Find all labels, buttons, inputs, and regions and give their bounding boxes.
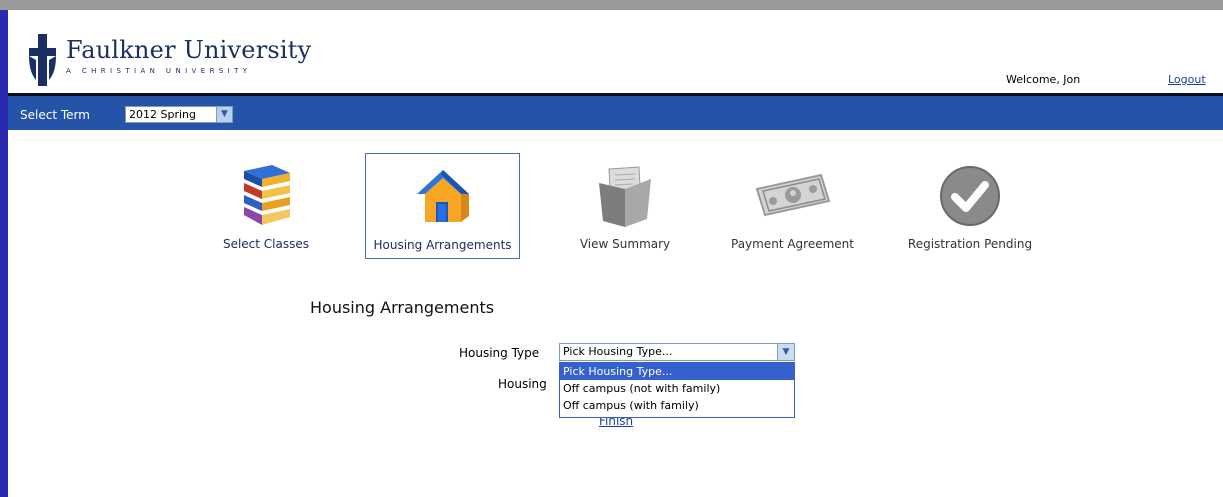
dropdown-option[interactable]: Off campus (with family)	[560, 397, 794, 414]
university-logo: Faulkner University A CHRISTIAN UNIVERSI…	[26, 34, 326, 86]
logout-link[interactable]: Logout	[1168, 73, 1206, 86]
chevron-down-icon[interactable]: ▼	[777, 344, 794, 360]
step-view-summary[interactable]: View Summary	[560, 153, 690, 259]
step-housing-arrangements[interactable]: Housing Arrangements	[365, 153, 520, 259]
welcome-text: Welcome, Jon	[1006, 73, 1081, 86]
chevron-down-icon[interactable]: ▼	[216, 107, 232, 122]
top-border	[0, 0, 1223, 10]
step-label: Registration Pending	[907, 237, 1033, 251]
select-term-label: Select Term	[20, 108, 90, 122]
faulkner-logo-icon	[29, 34, 56, 86]
housing-type-label: Housing Type	[459, 346, 540, 360]
housing-label: Housing	[498, 377, 547, 391]
page-title: Housing Arrangements	[310, 298, 495, 317]
term-navbar: Select Term 2012 Spring ▼	[8, 93, 1223, 130]
folder-document-icon	[599, 166, 651, 227]
dropdown-option[interactable]: Off campus (not with family)	[560, 380, 794, 397]
housing-type-dropdown: Pick Housing Type... Off campus (not wit…	[559, 362, 795, 418]
university-name: Faulkner University	[66, 36, 312, 64]
step-registration-pending[interactable]: Registration Pending	[895, 153, 1045, 259]
term-select-value: 2012 Spring	[129, 108, 196, 121]
step-select-classes[interactable]: Select Classes	[216, 153, 316, 259]
housing-type-select[interactable]: Pick Housing Type... ▼	[559, 343, 795, 361]
step-label: View Summary	[579, 237, 671, 251]
step-label: Select Classes	[222, 237, 310, 251]
term-select[interactable]: 2012 Spring ▼	[125, 106, 233, 123]
step-label: Payment Agreement	[731, 237, 854, 251]
house-icon	[416, 170, 469, 222]
housing-type-value: Pick Housing Type...	[563, 345, 673, 358]
checkmark-icon	[940, 166, 1000, 226]
university-tagline: A CHRISTIAN UNIVERSITY	[66, 67, 252, 75]
step-payment-agreement[interactable]: Payment Agreement	[720, 153, 865, 259]
step-label: Housing Arrangements	[373, 238, 512, 252]
dropdown-option[interactable]: Pick Housing Type...	[560, 363, 794, 380]
money-icon	[755, 173, 830, 217]
books-icon	[244, 165, 290, 225]
left-accent-bar	[0, 10, 8, 497]
